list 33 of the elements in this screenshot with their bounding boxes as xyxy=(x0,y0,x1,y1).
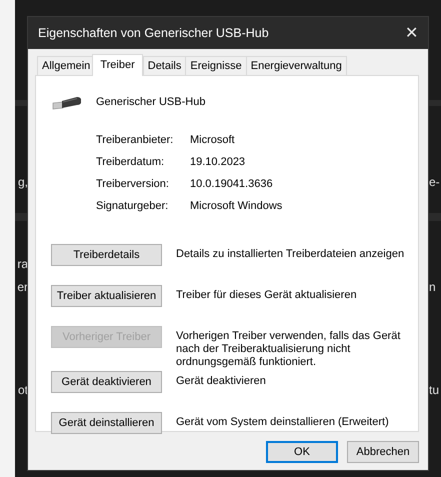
dialog-button[interactable]: Abbrechen xyxy=(347,441,419,463)
action-description: Vorherigen Treiber verwenden, falls das Gerät nach der Treiberaktualisierung nicht ordnungsgemäß funktioniert. xyxy=(176,329,402,369)
action-button[interactable]: Treiberdetails xyxy=(51,244,162,266)
tab[interactable]: Details xyxy=(142,56,186,75)
dialog-button[interactable]: OK xyxy=(266,441,338,463)
close-icon[interactable]: ✕ xyxy=(405,23,418,43)
property-value: 19.10.2023 xyxy=(190,156,246,169)
background-text: ot xyxy=(18,383,28,397)
window-title: Eigenschaften von Generischer USB-Hub xyxy=(38,26,269,40)
action-description: Gerät vom System deinstallieren (Erweitert) xyxy=(176,415,390,429)
property-value: Microsoft Windows xyxy=(190,200,284,213)
action-button[interactable]: Treiber aktualisieren xyxy=(51,285,162,307)
property-label: Treiberversion: xyxy=(96,178,170,191)
action-description: Gerät deaktivieren xyxy=(176,374,267,388)
background-text: e- xyxy=(429,175,440,189)
property-value: Microsoft xyxy=(190,134,236,147)
tab[interactable]: Energieverwaltung xyxy=(246,56,347,75)
property-value: 10.0.19041.3636 xyxy=(190,178,274,191)
background-text: er xyxy=(17,280,28,294)
background-text: tu xyxy=(429,383,440,397)
action-button[interactable]: Gerät deinstallieren xyxy=(51,412,162,434)
action-description: Treiber für dieses Gerät aktualisieren xyxy=(176,288,358,302)
device-name: Generischer USB-Hub xyxy=(96,96,206,108)
action-button[interactable]: Gerät deaktivieren xyxy=(51,371,162,393)
tab[interactable]: Treiber xyxy=(92,54,143,76)
background-text: ra xyxy=(17,257,28,271)
property-label: Signaturgeber: xyxy=(96,200,170,213)
action-description: Details zu installierten Treiberdateien anzeigen xyxy=(176,247,406,261)
background-text: g, xyxy=(18,175,28,189)
property-label: Treiberdatum: xyxy=(96,156,166,169)
background-text: n xyxy=(429,280,436,294)
usb-plug-icon xyxy=(51,94,83,110)
property-label: Treiberanbieter: xyxy=(96,134,174,147)
